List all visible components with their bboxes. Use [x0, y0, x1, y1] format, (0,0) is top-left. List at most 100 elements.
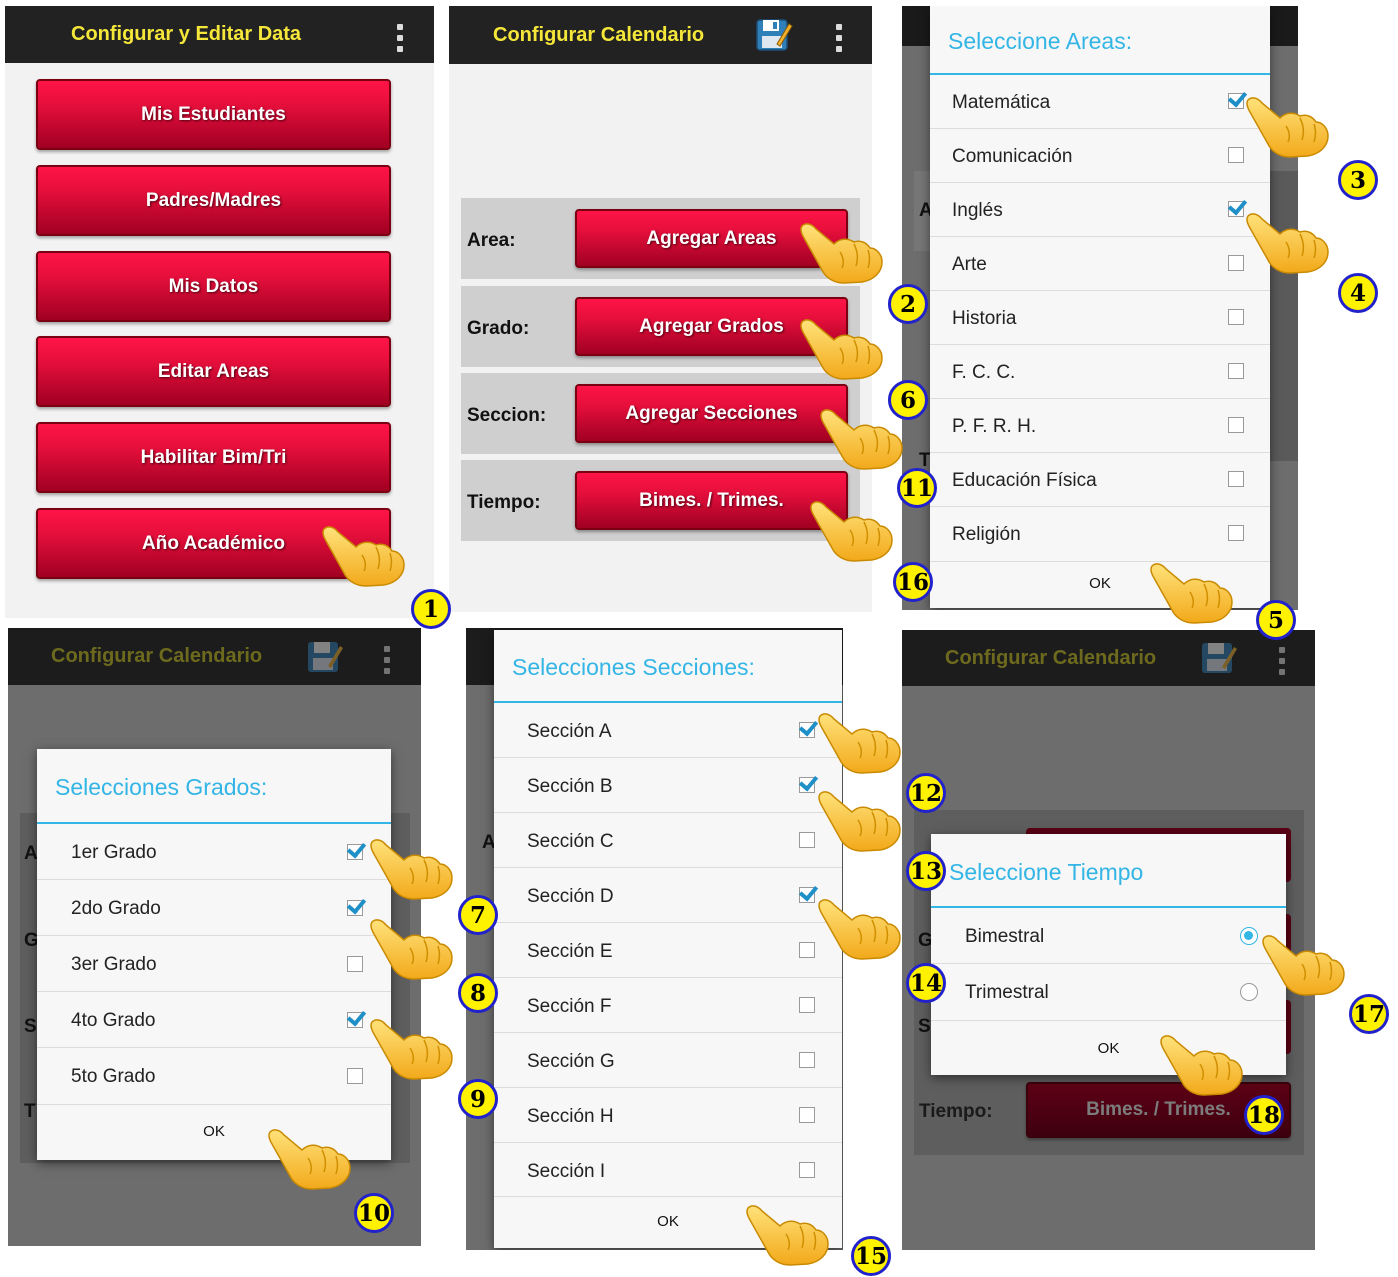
checkbox[interactable] [799, 1052, 815, 1068]
area-option-label: Arte [952, 254, 987, 275]
area-option[interactable]: Historia [930, 291, 1270, 345]
area-option[interactable]: Matemática [930, 75, 1270, 129]
bimes-trimes-button[interactable]: Bimes. / Trimes. [575, 471, 848, 530]
pointing-hand-icon [818, 713, 901, 774]
area-option[interactable]: Comunicación [930, 129, 1270, 183]
mis-estudiantes-button[interactable]: Mis Estudiantes [36, 79, 391, 150]
step-badge-10: 10 [354, 1193, 394, 1233]
agregar-secciones-button[interactable]: Agregar Secciones [575, 384, 848, 443]
padres-madres-button[interactable]: Padres/Madres [36, 165, 391, 236]
panel-selecciones-grados: Configurar Calendario A G S T Seleccione… [8, 628, 421, 1246]
app-bar: Configurar y Editar Data [5, 6, 434, 63]
pointing-hand-icon [322, 526, 405, 587]
checkbox[interactable] [799, 722, 815, 738]
area-option-label: P. F. R. H. [952, 416, 1037, 437]
bg-seccion-letter: S [24, 1016, 37, 1037]
checkbox[interactable] [1228, 255, 1244, 271]
grado-option[interactable]: 5to Grado [37, 1048, 391, 1103]
checkbox[interactable] [347, 956, 363, 972]
pointing-hand-icon [1262, 935, 1345, 996]
dialog-title: Seleccione Areas: [948, 28, 1133, 54]
seccion-option[interactable]: Sección E [494, 923, 842, 978]
grado-option[interactable]: 1er Grado [37, 824, 391, 880]
app-bar-title: Configurar Calendario [945, 646, 1157, 669]
area-option-label: Historia [952, 308, 1017, 329]
checkbox[interactable] [347, 1012, 363, 1028]
checkbox[interactable] [1228, 309, 1244, 325]
seccion-option[interactable]: Sección G [494, 1033, 842, 1088]
tiempo-option[interactable]: Trimestral [931, 964, 1286, 1019]
mis-datos-button[interactable]: Mis Datos [36, 251, 391, 322]
area-option-label: Comunicación [952, 146, 1073, 167]
checkbox[interactable] [1228, 363, 1244, 379]
seccion-option[interactable]: Sección D [494, 868, 842, 923]
checkbox[interactable] [799, 1107, 815, 1123]
save-icon[interactable] [755, 16, 793, 54]
seccion-option[interactable]: Sección C [494, 813, 842, 868]
step-badge-15: 15 [851, 1236, 891, 1276]
checkbox[interactable] [1228, 417, 1244, 433]
checkbox[interactable] [799, 887, 815, 903]
step-badge-14: 14 [906, 963, 946, 1003]
area-option[interactable]: P. F. R. H. [930, 399, 1270, 453]
checkbox[interactable] [1228, 201, 1244, 217]
seccion-option[interactable]: Sección A [494, 703, 842, 758]
overflow-menu-icon[interactable] [397, 24, 403, 52]
areas-dialog: Seleccione Areas: Matemática Comunicació… [930, 6, 1270, 608]
app-bar-title: Configurar Calendario [493, 23, 705, 46]
grado-option[interactable]: 3er Grado [37, 936, 391, 992]
radio-button[interactable] [1240, 983, 1258, 1001]
editar-areas-button[interactable]: Editar Areas [36, 336, 391, 407]
area-option[interactable]: Arte [930, 237, 1270, 291]
checkbox[interactable] [799, 942, 815, 958]
area-option[interactable]: Religión [930, 507, 1270, 560]
step-badge-5: 5 [1256, 600, 1296, 640]
checkbox[interactable] [347, 844, 363, 860]
checkbox[interactable] [347, 900, 363, 916]
save-icon[interactable] [306, 638, 344, 676]
checkbox[interactable] [1228, 147, 1244, 163]
area-option-label: Educación Física [952, 470, 1097, 491]
grado-option-label: 5to Grado [71, 1066, 156, 1087]
seccion-option[interactable]: Sección I [494, 1143, 842, 1197]
checkbox[interactable] [799, 1162, 815, 1178]
checkbox[interactable] [347, 1068, 363, 1084]
checkbox[interactable] [799, 832, 815, 848]
area-option-label: F. C. C. [952, 362, 1016, 383]
grado-option[interactable]: 4to Grado [37, 992, 391, 1048]
area-option[interactable]: Inglés [930, 183, 1270, 237]
seccion-label: Seccion: [467, 405, 547, 426]
grado-option[interactable]: 2do Grado [37, 880, 391, 936]
habilitar-bim-tri-button[interactable]: Habilitar Bim/Tri [36, 422, 391, 493]
bg-seccion-letter: S [918, 1016, 931, 1037]
tiempo-option-label: Trimestral [965, 982, 1049, 1003]
overflow-menu-icon[interactable] [836, 24, 842, 52]
radio-button[interactable] [1240, 927, 1258, 945]
checkbox[interactable] [799, 777, 815, 793]
app-bar: Configurar Calendario [8, 628, 421, 685]
checkbox[interactable] [1228, 93, 1244, 109]
step-badge-3: 3 [1338, 160, 1378, 200]
pointing-hand-icon [370, 839, 453, 900]
seccion-option[interactable]: Sección F [494, 978, 842, 1033]
seccion-option[interactable]: Sección B [494, 758, 842, 813]
dialog-title: Selecciones Grados: [55, 774, 268, 800]
save-icon[interactable] [1200, 639, 1238, 677]
checkbox[interactable] [1228, 471, 1244, 487]
checkbox[interactable] [799, 997, 815, 1013]
seccion-option[interactable]: Sección H [494, 1088, 842, 1143]
grado-option-label: 4to Grado [71, 1010, 156, 1031]
seccion-option-label: Sección F [527, 996, 612, 1017]
step-badge-11: 11 [897, 468, 937, 508]
overflow-menu-icon[interactable] [384, 646, 390, 674]
area-option-label: Matemática [952, 92, 1051, 113]
checkbox[interactable] [1228, 525, 1244, 541]
area-option[interactable]: F. C. C. [930, 345, 1270, 399]
overflow-menu-icon[interactable] [1279, 647, 1285, 675]
seccion-option-label: Sección D [527, 886, 614, 907]
pointing-hand-icon [800, 223, 883, 284]
tiempo-option[interactable]: Bimestral [931, 908, 1286, 964]
pointing-hand-icon [818, 899, 901, 960]
area-option[interactable]: Educación Física [930, 453, 1270, 507]
bg-tiempo-letter: T [24, 1101, 36, 1122]
